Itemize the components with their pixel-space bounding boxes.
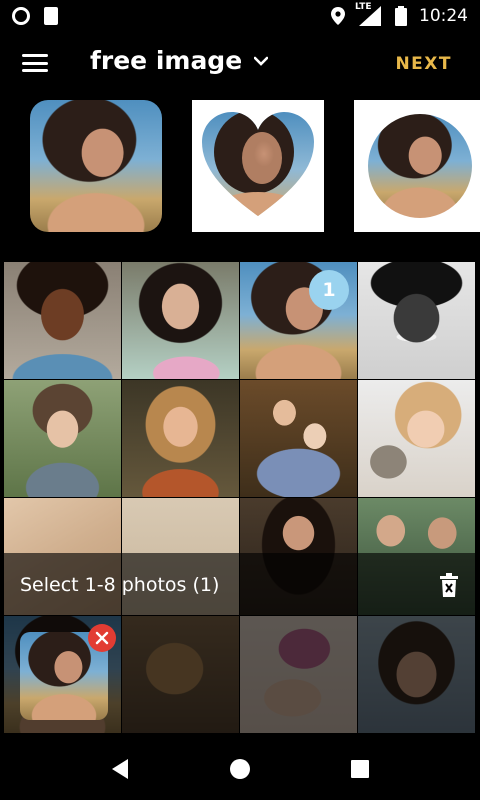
trash-icon[interactable] [438, 573, 460, 597]
circle-preview [368, 114, 472, 218]
app-bar: free image NEXT [0, 32, 480, 96]
status-right: LTE 10:24 [331, 2, 468, 26]
shape-rounded-square-option[interactable] [30, 100, 162, 232]
back-icon[interactable] [100, 749, 140, 789]
shape-heart-option[interactable] [192, 100, 324, 232]
clock: 10:24 [419, 6, 468, 26]
photo-thumbnail[interactable] [4, 380, 121, 497]
photo-thumbnail[interactable] [122, 616, 239, 733]
sd-card-icon [44, 7, 58, 25]
album-selector[interactable]: free image [90, 46, 269, 75]
chevron-down-icon [254, 56, 269, 66]
photo-thumbnail[interactable] [122, 262, 239, 379]
navigation-bar [0, 738, 480, 800]
shape-circle-option[interactable] [354, 100, 480, 232]
photo-thumbnail[interactable] [240, 380, 357, 497]
selection-bar: Select 1-8 photos (1) [0, 553, 480, 617]
status-bar: LTE 10:24 [0, 0, 480, 32]
remove-icon[interactable] [88, 624, 116, 652]
photo-thumbnail[interactable] [358, 616, 475, 733]
photo-thumbnail-selected[interactable]: 1 [240, 262, 357, 379]
location-icon [331, 7, 345, 25]
selection-count-badge: 1 [309, 270, 349, 310]
rounded-square-preview [30, 100, 162, 232]
photo-thumbnail[interactable] [122, 380, 239, 497]
photo-thumbnail[interactable] [358, 380, 475, 497]
album-title: free image [90, 46, 243, 75]
photo-thumbnail[interactable] [358, 262, 475, 379]
shape-options [0, 100, 480, 232]
photo-thumbnail[interactable] [240, 616, 357, 733]
home-icon[interactable] [220, 749, 260, 789]
battery-icon [395, 6, 407, 26]
photo-thumbnail[interactable] [4, 262, 121, 379]
heart-preview [202, 112, 314, 216]
menu-icon[interactable] [22, 54, 48, 72]
next-button[interactable]: NEXT [395, 54, 452, 74]
selection-count-label: Select 1-8 photos (1) [20, 574, 220, 596]
record-icon [12, 7, 30, 25]
network-type: LTE [355, 2, 372, 12]
recents-icon[interactable] [340, 749, 380, 789]
status-left [12, 7, 58, 25]
signal-icon: LTE [355, 2, 383, 26]
